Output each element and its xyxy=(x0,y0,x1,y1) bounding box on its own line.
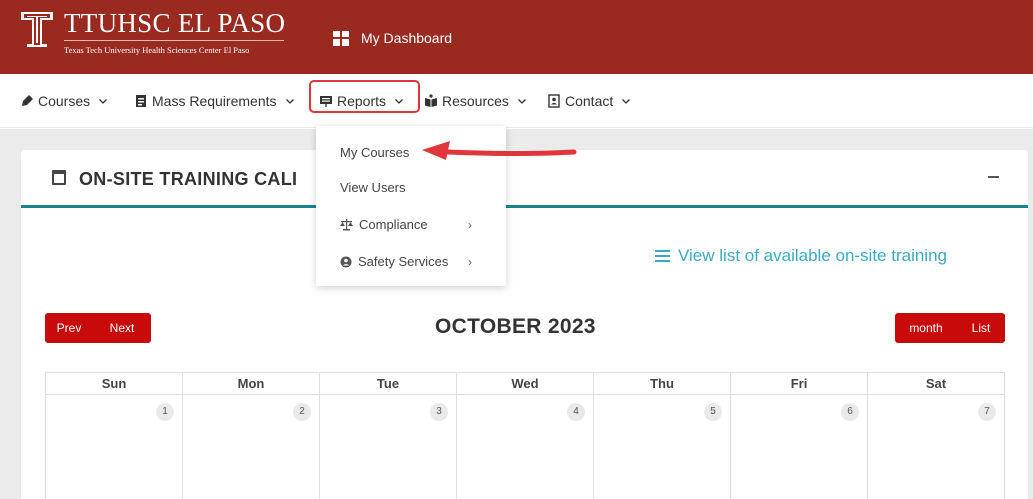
weekday-fri: Fri xyxy=(731,373,868,394)
day-number[interactable]: 4 xyxy=(567,403,585,421)
menu-item-compliance[interactable]: Compliance xyxy=(340,217,428,232)
nav-resources-label: Resources xyxy=(442,93,509,109)
balance-scale-icon xyxy=(340,219,353,231)
logo-divider xyxy=(64,40,284,41)
dashboard-icon xyxy=(333,30,349,46)
day-number[interactable]: 2 xyxy=(293,403,311,421)
menu-item-label: View Users xyxy=(340,180,406,195)
weekday-tue: Tue xyxy=(320,373,457,394)
nav-courses[interactable]: Courses xyxy=(20,92,108,110)
weekday-sat: Sat xyxy=(925,376,947,391)
clipboard-icon xyxy=(136,95,146,107)
courses-icon xyxy=(22,95,33,106)
chevron-right-icon: › xyxy=(468,218,472,232)
menu-item-label: Safety Services xyxy=(358,254,449,269)
view-list-label: View list of available on-site training xyxy=(678,246,947,265)
month-view-button[interactable]: month xyxy=(895,313,957,343)
weekday-header: Sun Mon Tue Wed Thu Fri Sat xyxy=(45,372,1005,395)
day-cell[interactable]: 2 xyxy=(183,395,320,499)
nav-mass-requirements[interactable]: Mass Requirements xyxy=(134,92,295,110)
double-t-logo-icon xyxy=(20,10,54,48)
menu-item-safety-services[interactable]: Safety Services xyxy=(340,254,448,269)
my-dashboard-label: My Dashboard xyxy=(361,30,453,46)
view-toggle-group: month List xyxy=(895,313,1005,343)
view-list-link[interactable]: View list of available on-site training xyxy=(655,246,947,266)
day-cell[interactable]: 4 xyxy=(457,395,594,499)
next-button[interactable]: Next xyxy=(93,313,151,343)
month-title: OCTOBER 2023 xyxy=(435,315,596,338)
book-reader-icon xyxy=(425,94,437,107)
weekday-wed: Wed xyxy=(457,373,594,394)
day-cell[interactable]: 3 xyxy=(320,395,457,499)
day-cell[interactable]: 6 xyxy=(731,395,868,499)
main-nav: Courses Mass Requirements Reports Resour… xyxy=(0,74,1033,128)
day-cell[interactable]: 1 xyxy=(46,395,183,499)
prev-next-group: Prev Next xyxy=(45,313,151,343)
calendar-grid: Sun Mon Tue Wed Thu Fri Sat 1 2 3 4 5 6 … xyxy=(45,372,1005,499)
logo-title: TTUHSC EL PASO xyxy=(64,8,286,38)
day-number[interactable]: 6 xyxy=(841,403,859,421)
user-shield-icon xyxy=(340,256,352,267)
contact-book-icon xyxy=(548,94,560,108)
nav-resources[interactable]: Resources xyxy=(424,92,527,110)
nav-courses-label: Courses xyxy=(38,93,91,109)
day-number[interactable]: 5 xyxy=(704,403,722,421)
day-cell[interactable]: 7 xyxy=(868,395,1005,499)
reports-highlight-box xyxy=(309,80,420,113)
collapse-button[interactable] xyxy=(988,176,999,178)
list-icon xyxy=(655,250,670,262)
calendar-week-row: 1 2 3 4 5 6 7 xyxy=(45,395,1005,499)
card-title: ON-SITE TRAINING CALI xyxy=(79,169,298,189)
day-cell[interactable]: 5 xyxy=(594,395,731,499)
prev-button[interactable]: Prev xyxy=(45,313,93,343)
menu-item-label: Compliance xyxy=(359,217,428,232)
day-number[interactable]: 7 xyxy=(978,403,996,421)
day-number[interactable]: 1 xyxy=(156,403,174,421)
logo-subtitle: Texas Tech University Health Sciences Ce… xyxy=(64,45,250,55)
weekday-thu: Thu xyxy=(594,373,731,394)
top-header: TTUHSC EL PASO Texas Tech University Hea… xyxy=(0,0,1033,74)
menu-item-my-courses[interactable]: My Courses xyxy=(340,145,409,160)
nav-mass-requirements-label: Mass Requirements xyxy=(152,93,277,109)
nav-contact[interactable]: Contact xyxy=(547,92,631,110)
chevron-down-icon xyxy=(99,99,108,104)
chevron-right-icon: › xyxy=(468,255,472,269)
annotation-arrow-icon xyxy=(422,141,577,160)
menu-item-label: My Courses xyxy=(340,145,410,160)
calendar-icon xyxy=(52,170,66,185)
chevron-down-icon xyxy=(622,99,631,104)
chevron-down-icon xyxy=(517,99,526,104)
chevron-down-icon xyxy=(285,99,294,104)
nav-contact-label: Contact xyxy=(565,93,614,109)
list-view-button[interactable]: List xyxy=(957,313,1005,343)
weekday-sun: Sun xyxy=(46,373,183,394)
day-number[interactable]: 3 xyxy=(430,403,448,421)
menu-item-view-users[interactable]: View Users xyxy=(340,180,406,195)
weekday-mon: Mon xyxy=(183,373,320,394)
my-dashboard-link[interactable]: My Dashboard xyxy=(333,30,452,46)
